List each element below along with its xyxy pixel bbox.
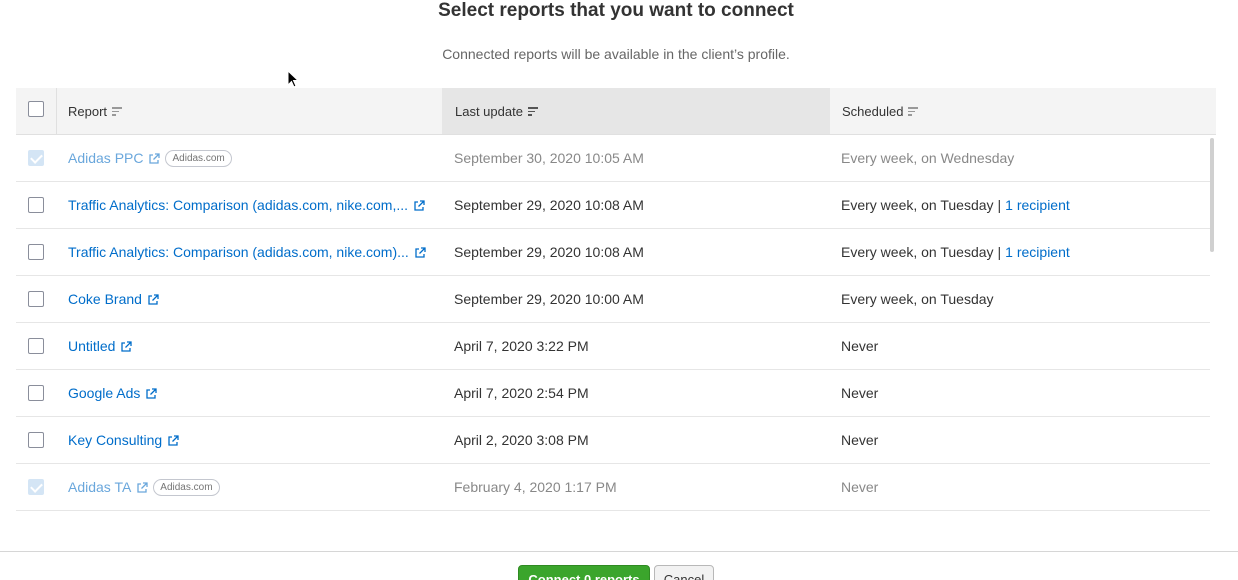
reports-table: Report Last update Scheduled Adidas PPC A… bbox=[16, 88, 1216, 532]
table-row[interactable]: Untitled April 7, 2020 3:22 PM Never bbox=[16, 323, 1210, 370]
last-update-cell: April 2, 2020 3:08 PM bbox=[454, 432, 589, 448]
report-cell: Traffic Analytics: Comparison (adidas.co… bbox=[68, 229, 438, 275]
table-header: Report Last update Scheduled bbox=[16, 88, 1216, 135]
scheduled-cell: Every week, on Tuesday | 1 recipient bbox=[841, 182, 1211, 228]
schedule-text: Every week, on Tuesday bbox=[841, 291, 994, 307]
last-update-cell: September 30, 2020 10:05 AM bbox=[454, 150, 644, 166]
last-update-cell: February 4, 2020 1:17 PM bbox=[454, 479, 617, 495]
column-header-last-update-label: Last update bbox=[455, 103, 523, 119]
column-divider bbox=[56, 88, 57, 134]
schedule-text: Never bbox=[841, 338, 879, 354]
row-checkbox bbox=[28, 150, 44, 166]
column-header-scheduled-label: Scheduled bbox=[842, 103, 904, 119]
report-cell: Untitled bbox=[68, 323, 438, 369]
external-link-icon[interactable] bbox=[136, 481, 148, 493]
report-link[interactable]: Traffic Analytics: Comparison (adidas.co… bbox=[68, 244, 409, 260]
sort-icon bbox=[112, 106, 123, 116]
last-update-cell: September 29, 2020 10:00 AM bbox=[454, 291, 644, 307]
column-header-scheduled[interactable]: Scheduled bbox=[842, 88, 1212, 134]
recipients-link[interactable]: 1 recipient bbox=[1005, 244, 1070, 260]
footer-divider bbox=[0, 551, 1238, 552]
external-link-icon[interactable] bbox=[414, 246, 426, 258]
external-link-icon[interactable] bbox=[147, 293, 159, 305]
page-title: Select reports that you want to connect bbox=[438, 0, 794, 21]
report-cell: Adidas PPC Adidas.com bbox=[68, 135, 438, 181]
table-row[interactable]: Adidas PPC Adidas.com September 30, 2020 1… bbox=[16, 135, 1210, 182]
report-link[interactable]: Traffic Analytics: Comparison (adidas.co… bbox=[68, 197, 408, 213]
mouse-cursor-icon bbox=[287, 70, 299, 88]
column-header-report-label: Report bbox=[68, 103, 108, 119]
table-row[interactable]: Coke Brand September 29, 2020 10:00 AM Eve… bbox=[16, 276, 1210, 323]
column-header-last-update[interactable]: Last update bbox=[442, 88, 830, 134]
schedule-text: Every week, on Tuesday bbox=[841, 244, 994, 260]
cancel-button[interactable]: Cancel bbox=[654, 565, 714, 580]
external-link-icon[interactable] bbox=[145, 387, 158, 399]
report-link[interactable]: Key Consulting bbox=[68, 432, 162, 448]
report-cell: Google Ads bbox=[68, 370, 438, 416]
table-row[interactable]: Key Consulting April 2, 2020 3:08 PM Never bbox=[16, 417, 1210, 464]
external-link-icon[interactable] bbox=[413, 199, 425, 211]
scheduled-cell: Every week, on Tuesday bbox=[841, 276, 1211, 322]
separator: | bbox=[997, 244, 1002, 260]
separator: | bbox=[997, 197, 1002, 213]
row-checkbox[interactable] bbox=[28, 197, 44, 213]
external-link-icon[interactable] bbox=[148, 152, 161, 164]
last-update-cell: September 29, 2020 10:08 AM bbox=[454, 197, 644, 213]
external-link-icon[interactable] bbox=[120, 340, 133, 352]
page-subtitle: Connected reports will be available in t… bbox=[442, 46, 790, 62]
table-scrollbar[interactable] bbox=[1210, 138, 1214, 252]
table-row[interactable]: Traffic Analytics: Comparison (adidas.co… bbox=[16, 229, 1210, 276]
report-link[interactable]: Coke Brand bbox=[68, 291, 142, 307]
schedule-text: Never bbox=[841, 385, 879, 401]
table-row[interactable]: Google Ads April 7, 2020 2:54 PM Never bbox=[16, 370, 1210, 417]
domain-badge: Adidas.com bbox=[165, 149, 232, 167]
scheduled-cell: Every week, on Wednesday bbox=[841, 135, 1211, 181]
schedule-text: Never bbox=[841, 432, 879, 448]
report-link[interactable]: Untitled bbox=[68, 338, 115, 354]
report-cell: Coke Brand bbox=[68, 276, 438, 322]
row-checkbox[interactable] bbox=[28, 244, 44, 260]
row-checkbox[interactable] bbox=[28, 432, 44, 448]
report-cell: Traffic Analytics: Comparison (adidas.co… bbox=[68, 182, 438, 228]
sort-active-icon bbox=[527, 106, 538, 116]
report-link[interactable]: Adidas TA bbox=[68, 479, 131, 495]
row-checkbox[interactable] bbox=[28, 291, 44, 307]
schedule-text: Every week, on Tuesday bbox=[841, 197, 994, 213]
report-link[interactable]: Adidas PPC bbox=[68, 150, 143, 166]
row-checkbox bbox=[28, 479, 44, 495]
last-update-cell: April 7, 2020 2:54 PM bbox=[454, 385, 589, 401]
table-row[interactable]: Traffic Analytics: Comparison (adidas.co… bbox=[16, 182, 1210, 229]
schedule-text: Never bbox=[841, 479, 879, 495]
last-update-cell: September 29, 2020 10:08 AM bbox=[454, 244, 644, 260]
report-link[interactable]: Google Ads bbox=[68, 385, 140, 401]
table-row[interactable]: Adidas TA Adidas.com February 4, 2020 1:17… bbox=[16, 464, 1210, 511]
select-all-checkbox[interactable] bbox=[28, 101, 44, 117]
row-checkbox[interactable] bbox=[28, 338, 44, 354]
report-cell: Key Consulting bbox=[68, 417, 438, 463]
domain-badge: Adidas.com bbox=[153, 478, 220, 496]
column-header-report[interactable]: Report bbox=[68, 88, 442, 134]
scheduled-cell: Every week, on Tuesday | 1 recipient bbox=[841, 229, 1211, 275]
connect-reports-button[interactable]: Connect 0 reports bbox=[518, 565, 650, 580]
scheduled-cell: Never bbox=[841, 370, 1211, 416]
row-checkbox[interactable] bbox=[28, 385, 44, 401]
sort-icon bbox=[908, 106, 919, 116]
scheduled-cell: Never bbox=[841, 417, 1211, 463]
scheduled-cell: Never bbox=[841, 323, 1211, 369]
recipients-link[interactable]: 1 recipient bbox=[1005, 197, 1070, 213]
schedule-text: Every week, on Wednesday bbox=[841, 150, 1015, 166]
scheduled-cell: Never bbox=[841, 464, 1211, 510]
external-link-icon[interactable] bbox=[167, 434, 179, 446]
last-update-cell: April 7, 2020 3:22 PM bbox=[454, 338, 589, 354]
report-cell: Adidas TA Adidas.com bbox=[68, 464, 438, 510]
